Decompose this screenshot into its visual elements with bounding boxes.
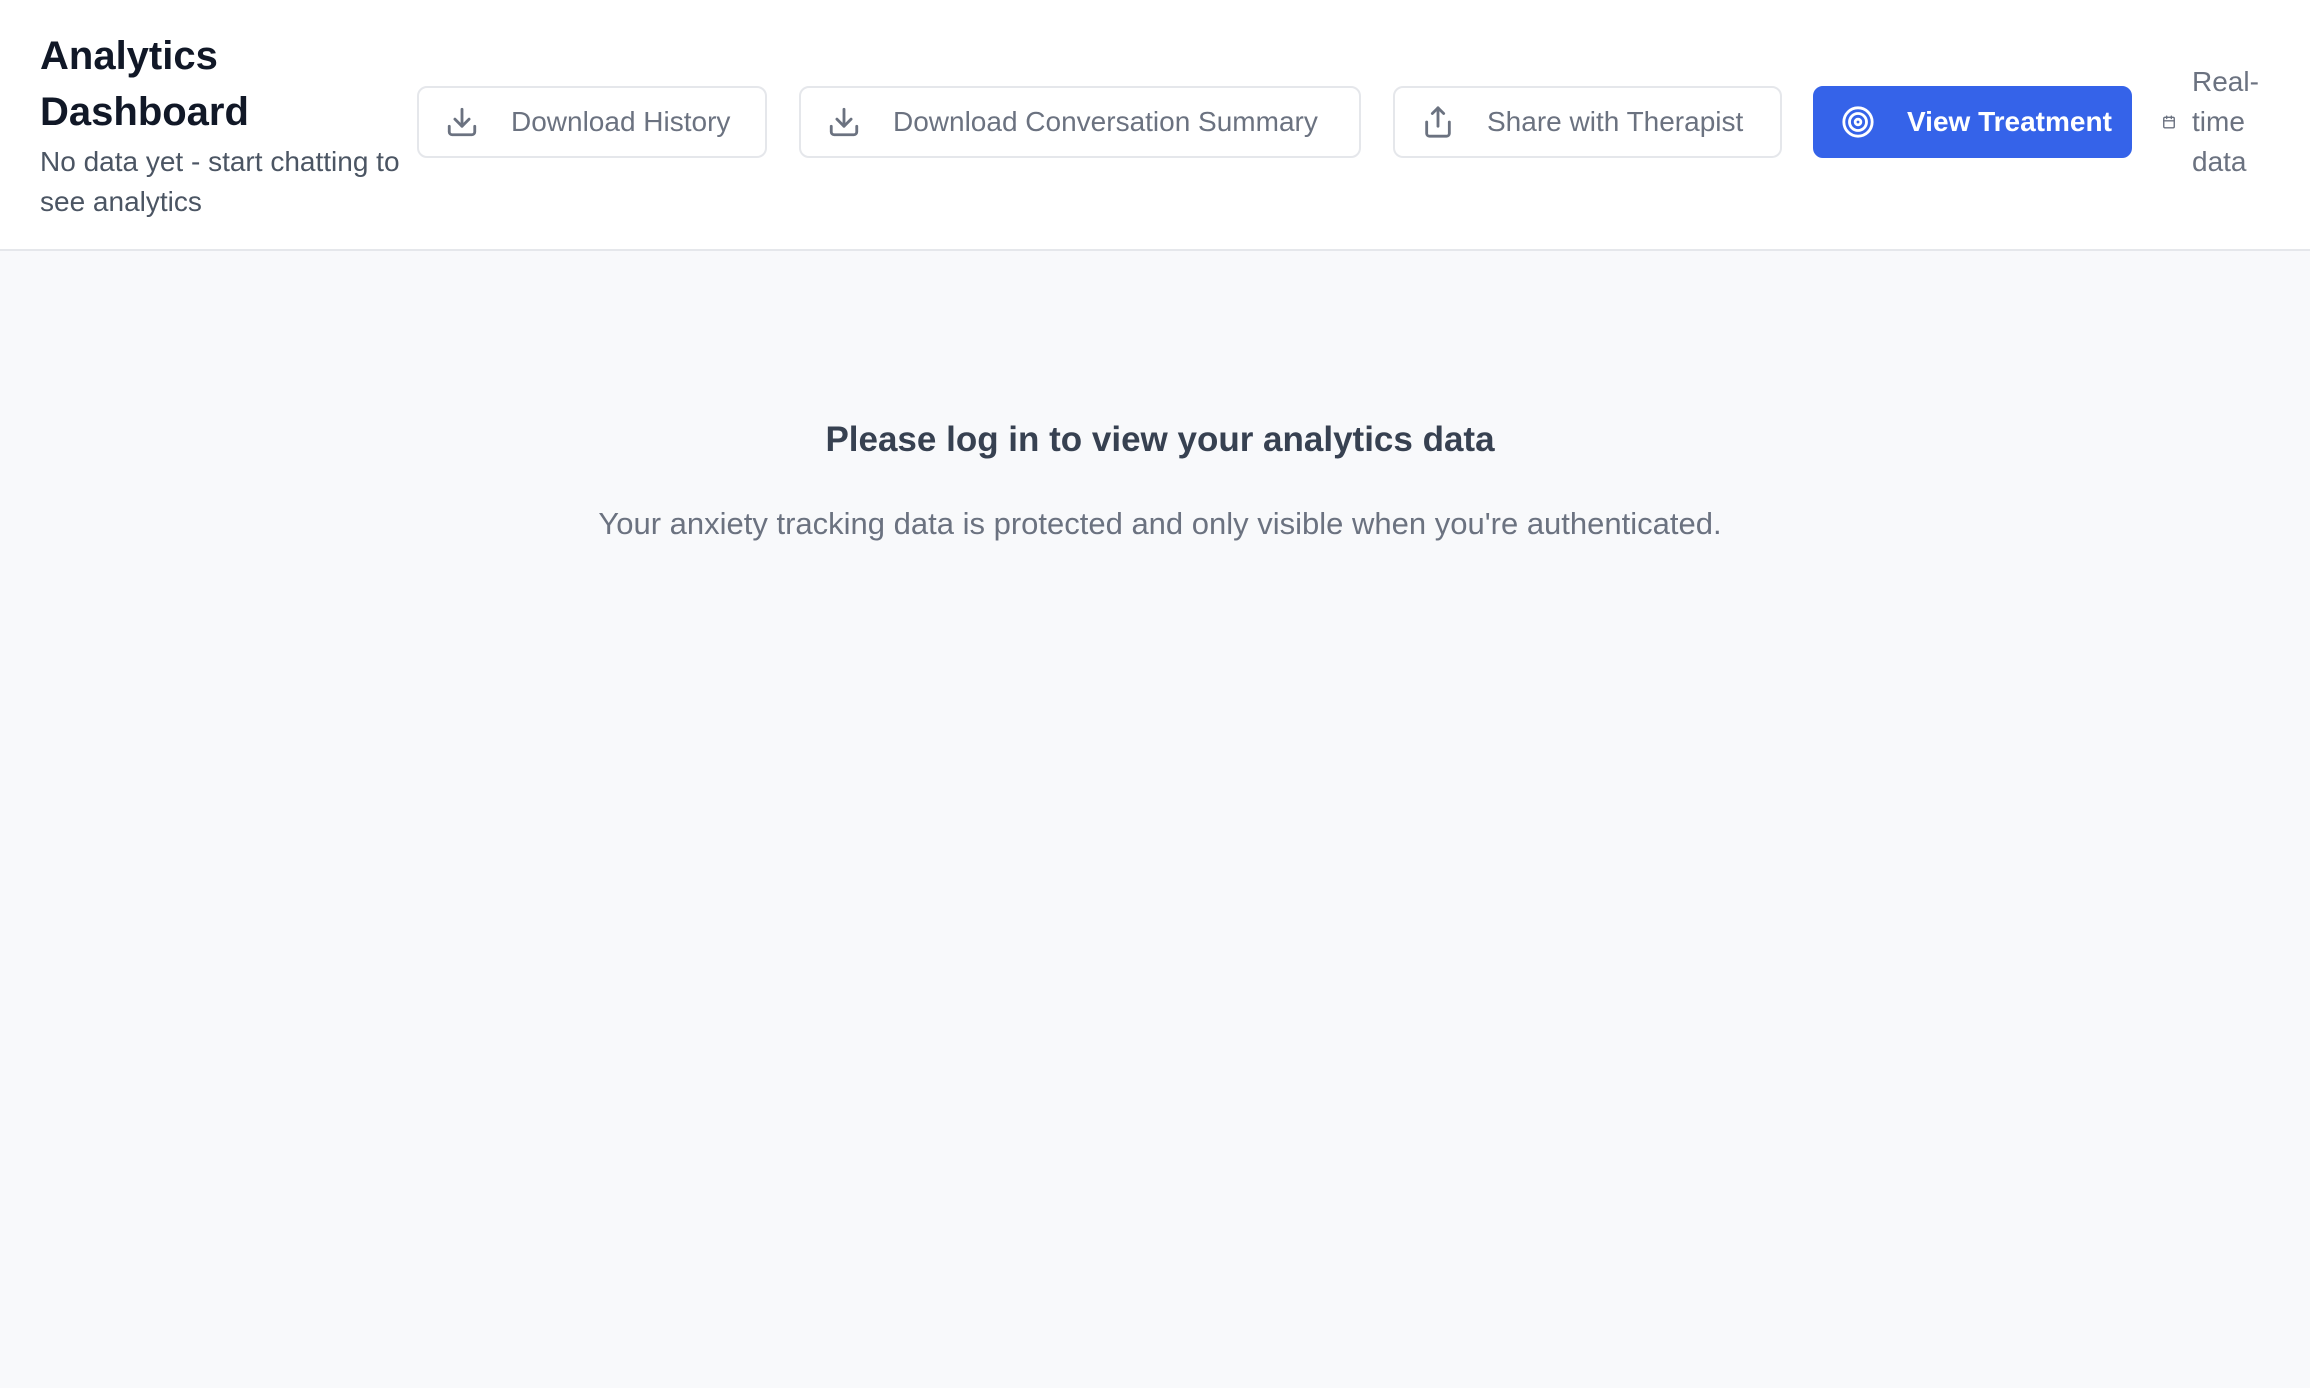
page-subtitle: No data yet - start chatting to see anal… [40, 146, 400, 217]
realtime-label: Real-time data [2192, 66, 2259, 177]
download-summary-label: Download Conversation Summary [893, 106, 1318, 137]
share-icon [1421, 105, 1455, 139]
download-history-button[interactable]: Download History [417, 86, 767, 158]
download-icon [827, 105, 861, 139]
download-history-label: Download History [511, 106, 731, 137]
login-prompt-description: Your anxiety tracking data is protected … [598, 506, 1722, 541]
share-therapist-label: Share with Therapist [1487, 106, 1744, 137]
share-therapist-button[interactable]: Share with Therapist [1393, 86, 1782, 158]
download-icon [445, 105, 479, 139]
realtime-status: Real-time data [2162, 62, 2272, 182]
page-title: Analytics Dashboard [40, 34, 249, 134]
view-treatment-button[interactable]: View Treatment [1813, 86, 2132, 158]
view-treatment-label: View Treatment [1907, 106, 2112, 137]
login-prompt-title: Please log in to view your analytics dat… [825, 420, 1495, 459]
title-block: Analytics Dashboard No data yet - start … [40, 28, 410, 222]
target-icon [1841, 105, 1875, 139]
download-summary-button[interactable]: Download Conversation Summary [799, 86, 1361, 158]
dashboard-header: Analytics Dashboard No data yet - start … [0, 0, 2310, 251]
calendar-icon [2162, 115, 2176, 129]
